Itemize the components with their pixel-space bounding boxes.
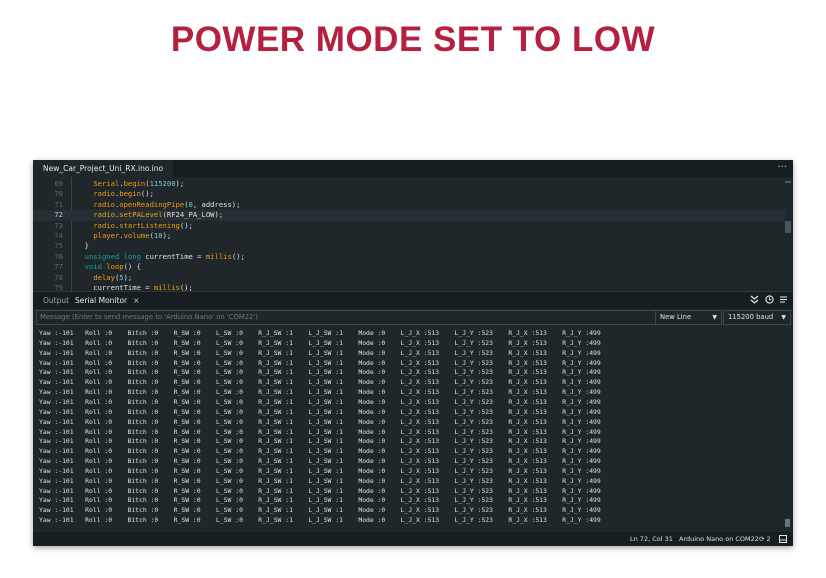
tab-serial-monitor[interactable]: Serial Monitor ×	[75, 292, 139, 309]
slide-title: POWER MODE SET TO LOW	[170, 20, 656, 59]
serial-line: Yaw :-101 Roll :0 Bitch :0 R_SW :0 L_SW …	[39, 476, 601, 485]
message-row: New Line ▼ 115200 baud ▼	[33, 309, 793, 326]
serial-line: Yaw :-101 Roll :0 Bitch :0 R_SW :0 L_SW …	[39, 496, 601, 505]
line-number: 74	[54, 231, 63, 240]
line-ending-value: New Line	[660, 313, 692, 321]
tab-serial-monitor-label: Serial Monitor	[75, 296, 128, 305]
clear-output-icon[interactable]	[778, 295, 789, 306]
line-number: 71	[54, 199, 63, 209]
code-line[interactable]: 77 void loop() {	[33, 262, 785, 272]
serial-line: Yaw :-101 Roll :0 Bitch :0 R_SW :0 L_SW …	[39, 329, 601, 337]
line-number: 75	[54, 241, 63, 251]
code-line[interactable]: 69 Serial.begin(115200);	[33, 179, 785, 189]
serial-line: Yaw :-101 Roll :0 Bitch :0 R_SW :0 L_SW …	[39, 437, 601, 446]
code-text: }	[76, 241, 89, 251]
code-text: Serial.begin(115200);	[93, 179, 185, 188]
baud-value: 115200 baud	[728, 313, 774, 321]
status-bar: Ln 72, Col 31 Arduino Nano on COM22 ⟳ 2	[33, 532, 793, 546]
editor-tab-bar: New_Car_Project_Uni_RX.ino.ino ···	[33, 160, 793, 178]
line-number: 76	[54, 251, 63, 261]
code-text: unsigned long currentTime = millis();	[84, 251, 245, 261]
serial-line: Yaw :-101 Roll :0 Bitch :0 R_SW :0 L_SW …	[39, 447, 601, 456]
chevron-down-icon: ▼	[712, 314, 717, 321]
line-number: 73	[54, 220, 63, 230]
line-number: 78	[54, 272, 63, 282]
serial-line: Yaw :-101 Roll :0 Bitch :0 R_SW :0 L_SW …	[39, 368, 601, 377]
arduino-ide-window: New_Car_Project_Uni_RX.ino.ino ··· 69 Se…	[33, 160, 793, 546]
notification-count: 2	[766, 535, 771, 543]
serial-line: Yaw :-101 Roll :0 Bitch :0 R_SW :0 L_SW …	[39, 407, 601, 416]
minimap-marker	[785, 181, 791, 183]
serial-line: Yaw :-101 Roll :0 Bitch :0 R_SW :0 L_SW …	[39, 457, 601, 466]
file-tab[interactable]: New_Car_Project_Uni_RX.ino.ino	[33, 160, 174, 178]
serial-output[interactable]: Yaw :-101 Roll :0 Bitch :0 R_SW :0 L_SW …	[33, 327, 793, 532]
code-line[interactable]: 75 }	[33, 241, 785, 251]
code-text: radio.setPALevel(RF24_PA_LOW);	[93, 210, 224, 220]
notifications[interactable]: ⟳ 2	[759, 532, 771, 546]
serial-line: Yaw :-101 Roll :0 Bitch :0 R_SW :0 L_SW …	[39, 466, 601, 475]
tab-output[interactable]: Output	[43, 292, 69, 309]
serial-line: Yaw :-101 Roll :0 Bitch :0 R_SW :0 L_SW …	[39, 358, 601, 367]
code-line[interactable]: 70 radio.begin();	[33, 189, 785, 199]
code-line[interactable]: 73 radio.startListening();	[33, 221, 785, 231]
board-info[interactable]: Arduino Nano on COM22	[679, 532, 759, 546]
line-number: 79	[54, 283, 63, 291]
bottom-panel-tabs: Output Serial Monitor ×	[33, 291, 793, 309]
code-line[interactable]: 79 currentTime = millis();	[33, 283, 785, 291]
message-input[interactable]	[36, 310, 658, 325]
timestamp-icon[interactable]	[764, 295, 775, 306]
code-line[interactable]: 74 player.volume(10);	[33, 231, 785, 241]
serial-line: Yaw :-101 Roll :0 Bitch :0 R_SW :0 L_SW …	[39, 378, 601, 387]
code-line[interactable]: 71 radio.openReadingPipe(0, address);	[33, 200, 785, 210]
close-icon[interactable]: ×	[133, 296, 139, 305]
line-number: 70	[54, 189, 63, 199]
bell-icon: ⟳	[759, 535, 765, 543]
serial-line: Yaw :-101 Roll :0 Bitch :0 R_SW :0 L_SW …	[39, 388, 601, 397]
code-line[interactable]: 72 radio.setPALevel(RF24_PA_LOW);	[33, 210, 785, 221]
chevron-down-icon: ▼	[781, 314, 786, 321]
serial-line: Yaw :-101 Roll :0 Bitch :0 R_SW :0 L_SW …	[39, 486, 601, 495]
code-text: radio.openReadingPipe(0, address);	[93, 199, 241, 209]
panel-toggle-icon[interactable]	[779, 532, 787, 546]
serial-line: Yaw :-101 Roll :0 Bitch :0 R_SW :0 L_SW …	[39, 427, 601, 436]
serial-line: Yaw :-101 Roll :0 Bitch :0 R_SW :0 L_SW …	[39, 506, 601, 515]
code-text: player.volume(10);	[93, 231, 172, 240]
line-number: 69	[54, 179, 63, 188]
code-text: currentTime = millis();	[76, 283, 193, 291]
code-text: radio.startListening();	[93, 220, 193, 230]
line-ending-select[interactable]: New Line ▼	[655, 310, 722, 325]
serial-line: Yaw :-101 Roll :0 Bitch :0 R_SW :0 L_SW …	[39, 397, 601, 406]
serial-line: Yaw :-101 Roll :0 Bitch :0 R_SW :0 L_SW …	[39, 348, 601, 357]
line-number: 77	[54, 262, 63, 272]
line-number: 72	[54, 210, 63, 220]
code-line[interactable]: 78 delay(5);	[33, 273, 785, 283]
code-text: void loop() {	[84, 262, 141, 272]
autoscroll-icon[interactable]	[749, 295, 760, 306]
serial-line: Yaw :-101 Roll :0 Bitch :0 R_SW :0 L_SW …	[39, 338, 601, 347]
cursor-position[interactable]: Ln 72, Col 31	[630, 532, 673, 546]
code-text: radio.begin();	[93, 189, 154, 199]
code-editor[interactable]: 69 Serial.begin(115200); 70 radio.begin()…	[33, 177, 793, 291]
serial-scrollbar[interactable]	[785, 519, 790, 527]
serial-line: Yaw :-101 Roll :0 Bitch :0 R_SW :0 L_SW …	[39, 417, 601, 426]
more-options-icon[interactable]: ···	[777, 160, 787, 177]
code-line[interactable]: 76 unsigned long currentTime = millis();	[33, 252, 785, 262]
baud-select[interactable]: 115200 baud ▼	[723, 310, 791, 325]
code-text: delay(5);	[93, 272, 133, 282]
editor-scrollbar[interactable]	[785, 221, 791, 233]
serial-line: Yaw :-101 Roll :0 Bitch :0 R_SW :0 L_SW …	[39, 516, 601, 525]
